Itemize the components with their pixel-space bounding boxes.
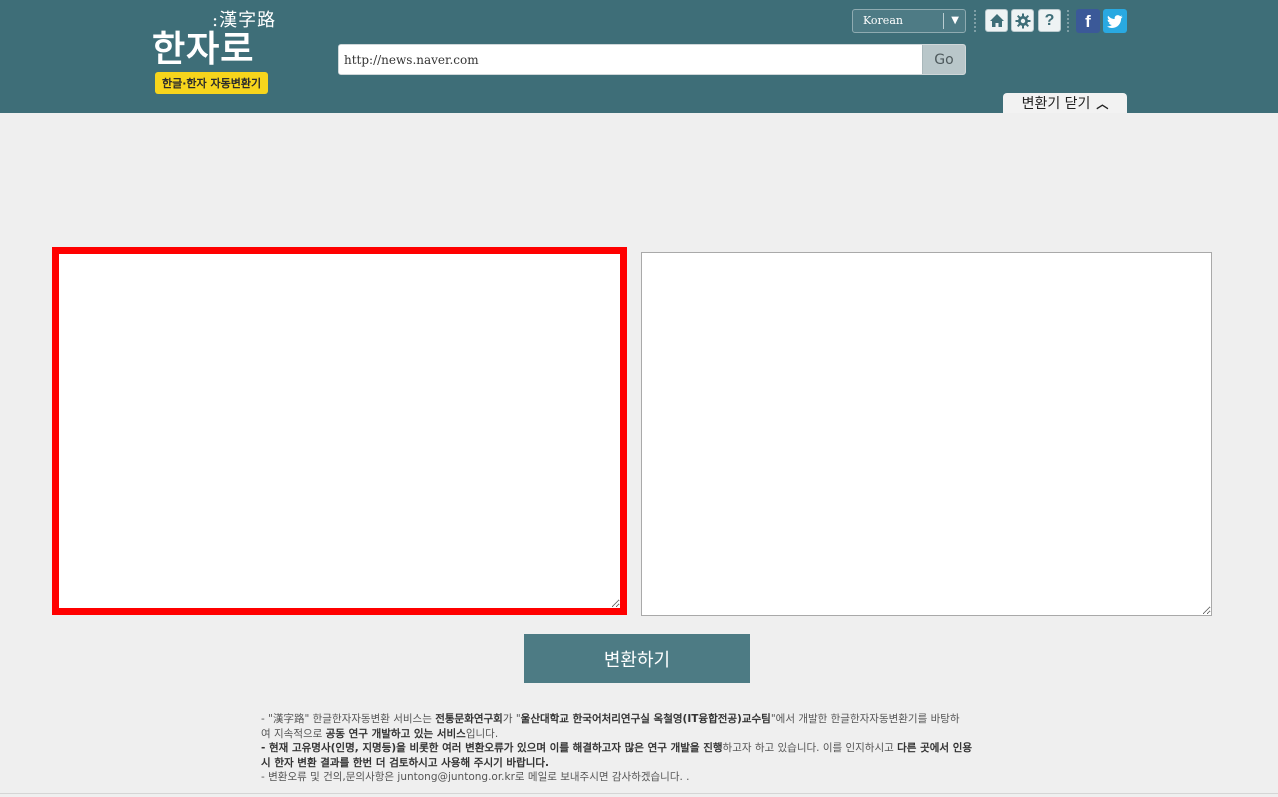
notes-bold: - 현재 고유명사(인명, 지명등)을 비롯한 여러 변환오류가 있으며 이를 … bbox=[261, 742, 723, 754]
help-icon[interactable]: ? bbox=[1038, 9, 1061, 32]
notes-line-1: - "漢字路" 한글한자자동변환 서비스는 전통문화연구회가 "울산대학교 한국… bbox=[261, 712, 1011, 727]
twitter-icon[interactable] bbox=[1103, 9, 1127, 33]
logo-tagline: 한글·한자 자동변환기 bbox=[155, 72, 269, 94]
close-converter-tab[interactable]: 변환기 닫기 ︿ bbox=[1003, 93, 1127, 113]
notes-bold: 울산대학교 한국어처리연구실 옥철영(IT융합전공)교수팀 bbox=[520, 713, 771, 725]
help-glyph: ? bbox=[1044, 11, 1055, 29]
convert-button[interactable]: 변환하기 bbox=[524, 634, 750, 683]
logo-main-text: 한자로 bbox=[152, 28, 255, 70]
home-icon[interactable] bbox=[985, 9, 1008, 32]
output-textarea-frame bbox=[641, 252, 1212, 616]
bottom-divider bbox=[0, 793, 1278, 794]
service-notes: - "漢字路" 한글한자자동변환 서비스는 전통문화연구회가 "울산대학교 한국… bbox=[261, 712, 1011, 785]
go-button[interactable]: Go bbox=[922, 45, 965, 74]
chevron-up-icon: ︿ bbox=[1096, 96, 1109, 111]
input-textarea[interactable] bbox=[59, 254, 620, 608]
notes-text: 하고자 하고 있습니다. 이를 인지하시고 bbox=[722, 742, 898, 754]
notes-text: 여 지속적으로 bbox=[261, 727, 326, 740]
site-logo[interactable]: :漢字路 한자로 한글·한자 자동변환기 bbox=[150, 4, 280, 94]
url-input[interactable] bbox=[339, 45, 923, 74]
divider-dots bbox=[974, 10, 976, 32]
facebook-glyph: f bbox=[1085, 12, 1091, 31]
notes-text: 입니다. bbox=[465, 727, 499, 740]
url-bar: Go bbox=[338, 44, 966, 75]
divider-dots bbox=[1067, 10, 1069, 32]
top-header: :漢字路 한자로 한글·한자 자동변환기 Go Korean ▼ bbox=[0, 0, 1278, 113]
notes-bold: 전통문화연구회 bbox=[435, 713, 503, 725]
select-divider bbox=[943, 13, 944, 29]
close-converter-label: 변환기 닫기 bbox=[1021, 96, 1091, 112]
language-select[interactable]: Korean ▼ bbox=[852, 9, 966, 33]
notes-text: "에서 개발한 한글한자자동변환기를 바탕하 bbox=[770, 713, 960, 725]
notes-text: - 변환오류 및 건의,문의사항은 juntong@juntong.or.kr로… bbox=[261, 771, 690, 783]
notes-bold: 시 한자 변환 결과를 한번 더 검토하시고 사용해 주시기 바랍니다. bbox=[261, 756, 550, 769]
gear-icon[interactable] bbox=[1011, 9, 1034, 32]
notes-line-4: 시 한자 변환 결과를 한번 더 검토하시고 사용해 주시기 바랍니다. bbox=[261, 756, 1011, 771]
notes-bold: 다른 곳에서 인용 bbox=[897, 742, 973, 754]
chevron-down-icon: ▼ bbox=[951, 15, 959, 26]
notes-line-3: - 현재 고유명사(인명, 지명등)을 비롯한 여러 변환오류가 있으며 이를 … bbox=[261, 741, 1011, 756]
facebook-icon[interactable]: f bbox=[1076, 9, 1100, 33]
notes-line-5: - 변환오류 및 건의,문의사항은 juntong@juntong.or.kr로… bbox=[261, 770, 1011, 785]
input-textarea-frame bbox=[52, 247, 627, 615]
output-textarea[interactable] bbox=[642, 253, 1211, 615]
language-selected-label: Korean bbox=[863, 14, 903, 27]
notes-bold: 공동 연구 개발하고 있는 서비스 bbox=[325, 727, 466, 740]
notes-text: 가 " bbox=[502, 713, 521, 725]
notes-line-2: 여 지속적으로 공동 연구 개발하고 있는 서비스입니다. bbox=[261, 727, 1011, 742]
notes-text: - "漢字路" 한글한자자동변환 서비스는 bbox=[261, 713, 436, 725]
